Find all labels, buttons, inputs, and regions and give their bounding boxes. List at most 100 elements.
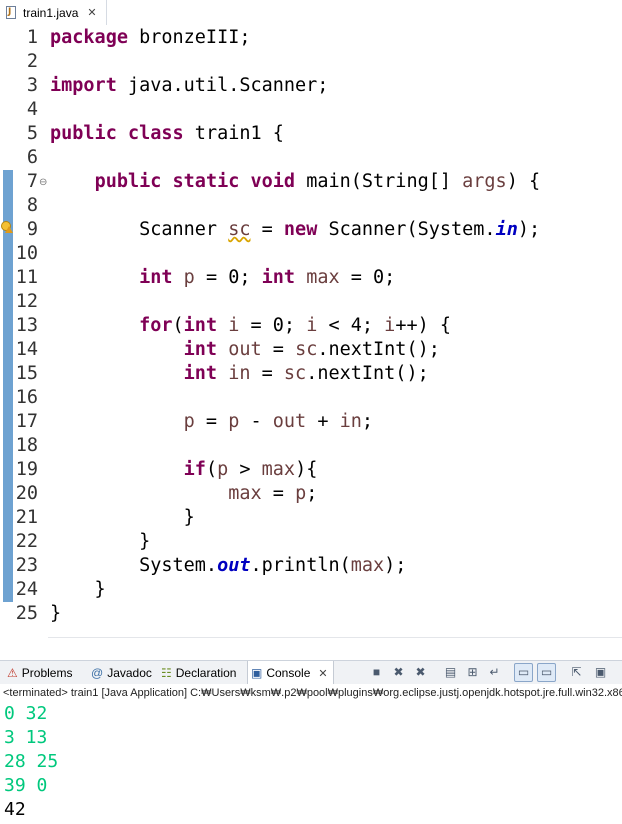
- javadoc-icon: @: [91, 666, 104, 680]
- java-file-icon: J: [5, 5, 19, 20]
- tab-label: Declaration: [175, 666, 237, 680]
- code-text: int out = sc.nextInt();: [183, 339, 440, 360]
- clear-console-icon[interactable]: ▤: [442, 664, 459, 681]
- close-icon[interactable]: ✕: [87, 6, 96, 19]
- code-text: int p = 0; int max = 0;: [139, 267, 396, 288]
- line-number: 12: [15, 291, 38, 312]
- remove-all-launches-icon[interactable]: ✖: [412, 664, 429, 681]
- tab-problems[interactable]: ⚠ Problems: [4, 661, 87, 685]
- line-number: 16: [15, 387, 38, 408]
- console-output[interactable]: 0 32 3 13 28 25 39 0 42: [0, 702, 622, 824]
- code-text: int in = sc.nextInt();: [183, 363, 429, 384]
- code-line[interactable]: 23 System.out.println(max);: [0, 554, 622, 578]
- display-console-icon[interactable]: ▣: [592, 664, 609, 681]
- line-number: 23: [15, 555, 38, 576]
- tab-label: Problems: [21, 666, 73, 680]
- code-text: }: [50, 531, 151, 552]
- code-text: package bronzeIII;: [50, 27, 251, 48]
- code-text: max = p;: [228, 483, 318, 504]
- code-line[interactable]: 24 }: [0, 578, 622, 602]
- code-line[interactable]: 25}: [0, 602, 622, 626]
- line-number: 2: [26, 51, 38, 72]
- declaration-icon: ☷: [161, 666, 172, 680]
- line-number: 7: [26, 171, 38, 192]
- line-number: 24: [15, 579, 38, 600]
- line-number: 20: [15, 483, 38, 504]
- code-line[interactable]: 20 max = p;: [0, 482, 622, 506]
- editor-tab-train1[interactable]: J train1.java ✕: [0, 0, 107, 25]
- fold-toggle-icon[interactable]: ⊖: [39, 171, 47, 195]
- code-line[interactable]: 16: [0, 386, 622, 410]
- console-line: 3 13: [4, 727, 48, 748]
- editor-tab-label: train1.java: [23, 5, 79, 20]
- pin-console-icon[interactable]: ⇱: [568, 664, 585, 681]
- tab-declaration[interactable]: ☷ Declaration: [158, 661, 245, 685]
- code-line[interactable]: 22 }: [0, 530, 622, 554]
- line-number: 3: [26, 75, 38, 96]
- line-number: 4: [26, 99, 38, 120]
- code-line[interactable]: 4: [0, 98, 622, 122]
- line-number: 6: [26, 147, 38, 168]
- editor-tab-bar: J train1.java ✕: [0, 0, 622, 27]
- code-text: System.out.println(max);: [50, 555, 407, 576]
- code-text: for(int i = 0; i < 4; i++) {: [139, 315, 452, 336]
- tab-label: Javadoc: [107, 666, 152, 680]
- line-number: 13: [15, 315, 38, 336]
- tab-console[interactable]: ▣ Console ✕: [247, 661, 334, 685]
- code-text: }: [50, 507, 195, 528]
- code-line[interactable]: 19 if(p > max){: [0, 458, 622, 482]
- line-number: 11: [15, 267, 38, 288]
- code-line[interactable]: 9 Scanner sc = new Scanner(System.in);: [0, 218, 622, 242]
- line-number: 21: [15, 507, 38, 528]
- code-text: import java.util.Scanner;: [50, 75, 329, 96]
- code-text: }: [50, 603, 62, 624]
- line-number: 8: [26, 195, 38, 216]
- code-line[interactable]: 8: [0, 194, 622, 218]
- line-number: 5: [26, 123, 38, 144]
- show-console-output-icon[interactable]: ▭: [514, 663, 533, 682]
- console-line: 39 0: [4, 775, 48, 796]
- code-line[interactable]: 18: [0, 434, 622, 458]
- console-line: 0 32: [4, 703, 48, 724]
- line-number: 22: [15, 531, 38, 552]
- line-number: 1: [26, 27, 38, 48]
- code-line[interactable]: 1 package bronzeIII;: [0, 26, 622, 50]
- code-line[interactable]: 21 }: [0, 506, 622, 530]
- code-line[interactable]: 3 import java.util.Scanner;: [0, 74, 622, 98]
- code-text: }: [50, 579, 106, 600]
- console-line: 42: [4, 799, 26, 820]
- code-line[interactable]: 7 ⊖ public static void main(String[] args…: [0, 170, 622, 194]
- code-line[interactable]: 2: [0, 50, 622, 74]
- code-line[interactable]: 10: [0, 242, 622, 266]
- close-icon[interactable]: ✕: [318, 667, 327, 680]
- console-line: 28 25: [4, 751, 59, 772]
- console-status-line: <terminated> train1 [Java Application] C…: [0, 684, 622, 702]
- scroll-lock-icon[interactable]: ⊞: [464, 664, 481, 681]
- code-line[interactable]: 15 int in = sc.nextInt();: [0, 362, 622, 386]
- code-line[interactable]: 17 p = p - out + in;: [0, 410, 622, 434]
- line-number: 25: [15, 603, 38, 624]
- code-line[interactable]: 5 public class train1 {: [0, 122, 622, 146]
- line-number: 15: [15, 363, 38, 384]
- tab-javadoc[interactable]: @ Javadoc: [88, 661, 157, 685]
- line-number: 10: [15, 243, 38, 264]
- view-tab-bar: ⚠ Problems @ Javadoc ☷ Declaration ▣ Console ✕ ■…: [0, 660, 622, 686]
- code-text: public class train1 {: [50, 123, 284, 144]
- tab-label: Console: [266, 666, 311, 680]
- problems-icon: ⚠: [7, 666, 18, 680]
- code-editor[interactable]: 1 package bronzeIII; 2 3 import java.util.Sc…: [0, 26, 622, 638]
- horizontal-scrollbar[interactable]: <: [48, 637, 622, 638]
- code-line[interactable]: 13 for(int i = 0; i < 4; i++) {: [0, 314, 622, 338]
- code-text: p = p - out + in;: [183, 411, 374, 432]
- code-line[interactable]: 6: [0, 146, 622, 170]
- code-line[interactable]: 14 int out = sc.nextInt();: [0, 338, 622, 362]
- console-icon: ▣: [251, 666, 263, 680]
- code-line[interactable]: 11 int p = 0; int max = 0;: [0, 266, 622, 290]
- code-line[interactable]: 12: [0, 290, 622, 314]
- terminate-icon[interactable]: ■: [368, 664, 385, 681]
- show-console-error-icon[interactable]: ▭: [537, 663, 556, 682]
- word-wrap-icon[interactable]: ↵: [486, 664, 503, 681]
- code-text: if(p > max){: [183, 459, 318, 480]
- remove-launch-icon[interactable]: ✖: [390, 664, 407, 681]
- line-number: 19: [15, 459, 38, 480]
